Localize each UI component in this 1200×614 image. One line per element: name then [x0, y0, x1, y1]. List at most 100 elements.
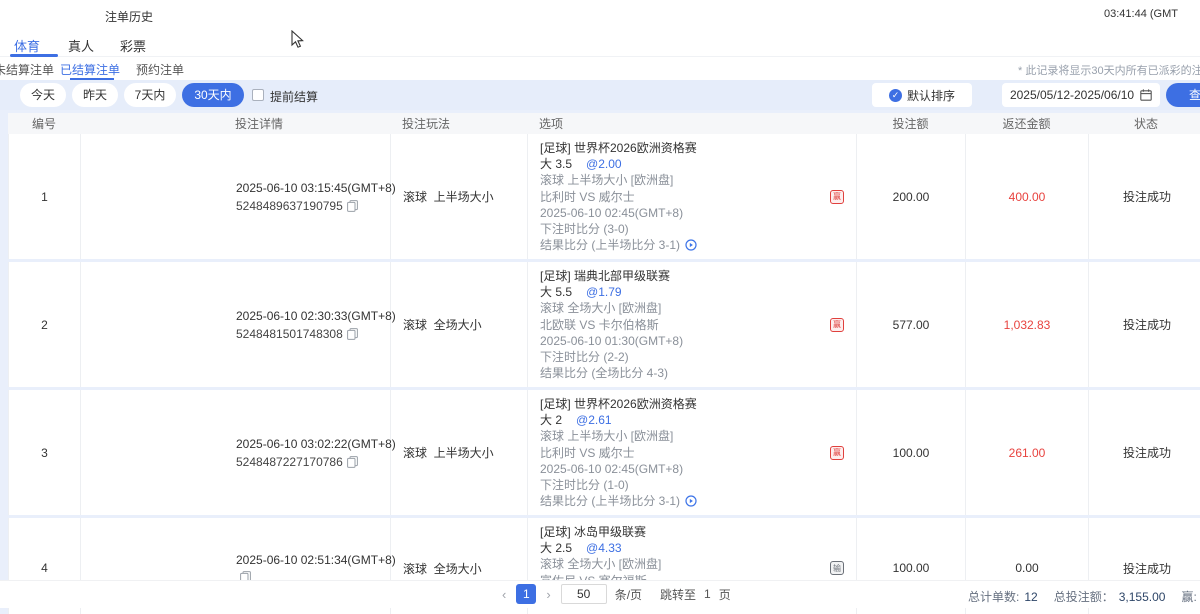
- page-unit-label: 页: [719, 586, 731, 603]
- match-teams: 比利时 VS 威尔士: [540, 189, 856, 205]
- pick-line: 大 2@2.61: [540, 412, 856, 428]
- prev-page-button[interactable]: ‹: [500, 587, 508, 602]
- bet-number: 1: [9, 134, 81, 259]
- odds-value: @2.61: [576, 413, 612, 427]
- bet-id: 5248481501748308: [236, 327, 343, 341]
- next-page-button[interactable]: ›: [544, 587, 552, 602]
- bet-selection-cell: [足球] 世界杯2026欧洲资格赛 大 2@2.61 滚球 上半场大小 [欧洲盘…: [528, 390, 857, 515]
- tab-sports[interactable]: 体育: [14, 36, 40, 55]
- pick-line: 大 5.5@1.79: [540, 284, 856, 300]
- footer-bar: ‹ 1 › 条/页 跳转至 1 页 总计单数:12 总投注额：3,155.00 …: [0, 580, 1200, 608]
- pick-line: 大 3.5 @2.00: [540, 156, 856, 172]
- score-at-bet: 下注时比分 (2-2): [540, 349, 856, 365]
- bet-play: 滚球 上半场大小: [391, 134, 528, 259]
- stake-amount: 200.00: [857, 134, 966, 259]
- main-tabs: 体育 真人 彩票: [0, 28, 1200, 57]
- record-notice: * 此记录将显示30天内所有已派彩的注单: [1018, 62, 1200, 78]
- bet-play: 滚球 全场大小: [391, 262, 528, 387]
- league-name: [足球] 世界杯2026欧洲资格赛: [540, 396, 856, 412]
- bet-details-cell: 2025-06-10 02:30:33(GMT+8) 5248481501748…: [81, 262, 391, 387]
- odds-value: @2.00: [586, 157, 622, 171]
- bet-details-cell: 2025-06-10 03:15:45(GMT+8) 5248489637190…: [81, 134, 391, 259]
- bet-time: 2025-06-10 02:51:34(GMT+8): [236, 553, 390, 567]
- page-size-input[interactable]: [561, 584, 607, 604]
- per-page-label: 条/页: [615, 586, 642, 603]
- page-1-button[interactable]: 1: [516, 584, 536, 604]
- date-range-picker[interactable]: 2025/05/12-2025/06/10: [1002, 83, 1160, 107]
- market-line: 滚球 全场大小 [欧洲盘]: [540, 556, 856, 572]
- result-line: 结果比分 (全场比分 4-3): [540, 365, 856, 381]
- table-row: 2 2025-06-10 02:30:33(GMT+8) 52484815017…: [8, 262, 1200, 387]
- filter-bar: 今天 昨天 7天内 30天内 提前结算 ✓ 默认排序 2025/05/12-20…: [0, 80, 1200, 110]
- range-7days-button[interactable]: 7天内: [124, 83, 176, 107]
- col-selection: 选项: [527, 115, 856, 132]
- table-header: 编号 投注详情 投注玩法 选项 投注额 返还金额 状态: [8, 113, 1200, 134]
- page-title: 注单历史: [105, 8, 153, 25]
- range-today-button[interactable]: 今天: [20, 83, 66, 107]
- bet-time: 2025-06-10 03:15:45(GMT+8): [236, 181, 390, 195]
- early-settle-label: 提前结算: [270, 88, 318, 105]
- top-bar: 注单历史 03:41:44 (GMT: [0, 0, 1200, 28]
- server-time: 03:41:44 (GMT: [1104, 8, 1178, 20]
- match-teams: 北欧联 VS 卡尔伯格斯: [540, 317, 856, 333]
- payout-amount: 1,032.83: [966, 262, 1089, 387]
- sub-tabs: 未结算注单 已结算注单 预约注单 * 此记录将显示30天内所有已派彩的注单: [0, 57, 1200, 80]
- bet-status: 投注成功: [1089, 262, 1200, 387]
- result-badge-icon: 输: [830, 561, 844, 575]
- range-yesterday-button[interactable]: 昨天: [72, 83, 118, 107]
- pick-value: 大 2.5: [540, 541, 572, 555]
- result-badge-icon: 赢: [830, 318, 844, 332]
- result-line: 结果比分 (上半场比分 3-1): [540, 237, 856, 253]
- col-play: 投注玩法: [390, 115, 527, 132]
- result-score: 结果比分 (上半场比分 3-1): [540, 493, 680, 509]
- copy-icon[interactable]: [347, 200, 358, 212]
- default-sort-button[interactable]: ✓ 默认排序: [872, 83, 972, 107]
- calendar-icon: [1140, 89, 1152, 101]
- subtab-reserved[interactable]: 预约注单: [136, 61, 184, 78]
- range-30days-button[interactable]: 30天内: [182, 83, 244, 107]
- stake-amount: 100.00: [857, 390, 966, 515]
- col-payout: 返还金额: [965, 115, 1088, 132]
- payout-amount: 400.00: [966, 134, 1089, 259]
- table-body: 1 2025-06-10 03:15:45(GMT+8) 52484896371…: [8, 134, 1200, 614]
- bet-status: 投注成功: [1089, 390, 1200, 515]
- pagination: ‹ 1 › 条/页 跳转至 1 页: [500, 584, 731, 604]
- mouse-cursor: [291, 30, 304, 54]
- early-settle-checkbox[interactable]: [252, 89, 264, 101]
- league-name: [足球] 冰岛甲级联赛: [540, 524, 856, 540]
- col-stake: 投注额: [856, 115, 965, 132]
- total-win: 赢:2251.41: [1181, 588, 1200, 605]
- result-badge-icon: 赢: [830, 190, 844, 204]
- date-range-value: 2025/05/12-2025/06/10: [1010, 88, 1134, 102]
- tab-live[interactable]: 真人: [68, 36, 94, 55]
- bet-play: 滚球 上半场大小: [391, 390, 528, 515]
- bet-time: 2025-06-10 03:02:22(GMT+8): [236, 437, 390, 451]
- tab-lottery[interactable]: 彩票: [120, 36, 146, 55]
- bet-number: 3: [9, 390, 81, 515]
- table-row: 1 2025-06-10 03:15:45(GMT+8) 52484896371…: [8, 134, 1200, 259]
- col-number: 编号: [8, 115, 80, 132]
- result-line: 结果比分 (上半场比分 3-1): [540, 493, 856, 509]
- bet-selection-cell: [足球] 世界杯2026欧洲资格赛 大 3.5@2.00 滚球 上半场大小 [欧…: [528, 134, 857, 259]
- subtab-settled[interactable]: 已结算注单: [60, 61, 120, 78]
- bet-details-cell: 2025-06-10 03:02:22(GMT+8) 5248487227170…: [81, 390, 391, 515]
- stake-amount: 577.00: [857, 262, 966, 387]
- pick-line: 大 2.5@4.33: [540, 540, 856, 556]
- bet-status: 投注成功: [1089, 134, 1200, 259]
- match-time: 2025-06-10 01:30(GMT+8): [540, 333, 856, 349]
- subtab-unsettled[interactable]: 未结算注单: [0, 61, 54, 78]
- total-count: 总计单数:12: [968, 588, 1038, 605]
- result-score: 结果比分 (全场比分 4-3): [540, 365, 668, 381]
- pick-value: 大 3.5: [540, 157, 572, 171]
- pick-value: 大 5.5: [540, 285, 572, 299]
- market-line: 滚球 上半场大小 [欧洲盘]: [540, 172, 856, 188]
- copy-icon[interactable]: [347, 456, 358, 468]
- bets-table: 编号 投注详情 投注玩法 选项 投注额 返还金额 状态 1 2025-06-10…: [8, 113, 1200, 614]
- payout-amount: 261.00: [966, 390, 1089, 515]
- bet-id: 5248487227170786: [236, 455, 343, 469]
- jump-page-value[interactable]: 1: [704, 587, 711, 601]
- jump-to-label: 跳转至: [660, 586, 696, 603]
- league-name: [足球] 瑞典北部甲级联赛: [540, 268, 856, 284]
- copy-icon[interactable]: [347, 328, 358, 340]
- search-button[interactable]: 查询: [1166, 83, 1200, 107]
